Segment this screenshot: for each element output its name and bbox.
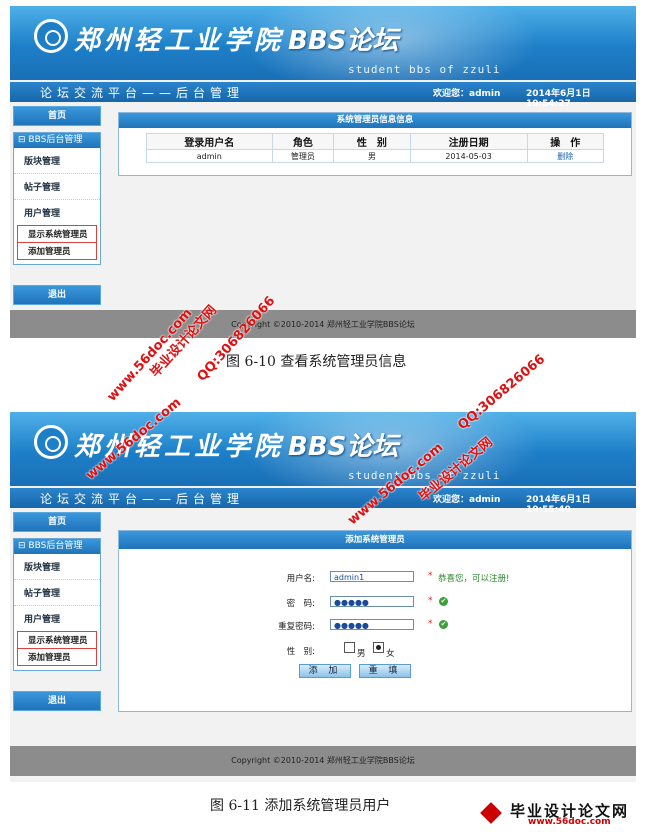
sidebar-subitem-add-admin[interactable]: 添加管理员 [17, 243, 97, 260]
header-banner: 郑州轻工业学院 BBS论坛 student bbs of zzuli [10, 6, 636, 80]
admin-info-panel: 系统管理员信息信息 登录用户名 角色 性 别 注册日期 操 作 admin 管理… [118, 112, 632, 176]
sidebar-item-user-manage[interactable]: 用户管理 [14, 200, 100, 225]
footer: Copyright ©2010-2014 郑州轻工业学院BBS论坛 [10, 746, 636, 776]
top-navbar: 论坛交流平台——后台管理 欢迎您：admin 2014年6月1日 10:54:2… [10, 82, 636, 109]
caption-figure-6-10: 图 6-10 查看系统管理员信息 [226, 354, 407, 370]
cell-date: 2014-05-03 [409, 149, 528, 163]
caption-figure-6-11: 图 6-11 添加系统管理员用户 [210, 798, 391, 814]
logout-button[interactable]: 退出 [13, 285, 101, 305]
sidebar: 首页 ⊟ BBS后台管理 版块管理 帖子管理 用户管理 显示系统管理员 添加管理… [13, 512, 101, 711]
gender-radio-female[interactable] [373, 642, 384, 653]
sidebar-section-header[interactable]: ⊟ BBS后台管理 [14, 539, 100, 554]
bbs-title: BBS论坛 [288, 432, 399, 462]
sidebar: 首页 ⊟ BBS后台管理 版块管理 帖子管理 用户管理 显示系统管理员 添加管理… [13, 106, 101, 305]
school-emblem-icon [34, 19, 68, 53]
collapse-icon: ⊟ [18, 135, 26, 145]
sidebar-section-title: BBS后台管理 [28, 135, 83, 145]
column-header: 角色 [271, 133, 335, 150]
panel-title: 添加系统管理员 [119, 531, 631, 549]
screenshot-view-admins: 郑州轻工业学院 BBS论坛 student bbs of zzuli 论坛交流平… [10, 6, 636, 338]
delete-link[interactable]: 删除 [557, 152, 573, 161]
sidebar-section-title: BBS后台管理 [28, 541, 83, 551]
sidebar-item-user-manage[interactable]: 用户管理 [14, 606, 100, 631]
cell-action: 删除 [526, 149, 605, 163]
sidebar-home-button[interactable]: 首页 [13, 106, 101, 126]
sidebar-item-post-manage[interactable]: 帖子管理 [14, 174, 100, 200]
cell-username: admin [146, 149, 273, 163]
gender-male-label: 男 [357, 649, 366, 659]
bbs-title: BBS论坛 [288, 26, 399, 56]
password-input[interactable]: ●●●●● [330, 596, 414, 607]
column-header: 性 别 [333, 133, 411, 150]
check-icon: ✔ [439, 597, 448, 606]
username-hint: 恭喜您，可以注册! [438, 574, 510, 584]
top-navbar: 论坛交流平台——后台管理 欢迎您：admin 2014年6月1日 10:55:4… [10, 488, 636, 515]
sidebar-admin-menu: ⊟ BBS后台管理 版块管理 帖子管理 用户管理 显示系统管理员 添加管理员 [13, 538, 101, 671]
required-star: * [428, 571, 433, 581]
confirm-password-label: 重复密码: [278, 622, 315, 632]
logout-button[interactable]: 退出 [13, 691, 101, 711]
sidebar-subitem-add-admin[interactable]: 添加管理员 [17, 649, 97, 666]
confirm-password-input[interactable]: ●●●●● [330, 619, 414, 630]
sidebar-section-header[interactable]: ⊟ BBS后台管理 [14, 133, 100, 148]
school-name: 郑州轻工业学院 [74, 26, 285, 56]
sidebar-admin-menu: ⊟ BBS后台管理 版块管理 帖子管理 用户管理 显示系统管理员 添加管理员 [13, 132, 101, 265]
reset-button[interactable]: 重 填 [359, 664, 411, 678]
datetime-text: 2014年6月1日 10:55:40 [526, 495, 600, 515]
sidebar-subitem-show-admins[interactable]: 显示系统管理员 [17, 225, 97, 243]
bottom-logo: 毕业设计论文网 www.56doc.com [480, 800, 640, 828]
sidebar-item-board-manage[interactable]: 版块管理 [14, 554, 100, 580]
welcome-text: 欢迎您：admin [433, 495, 501, 505]
cell-gender: 男 [333, 149, 411, 163]
username-label: 用户名: [286, 574, 315, 584]
required-star: * [428, 619, 433, 629]
welcome-text: 欢迎您：admin [433, 89, 501, 99]
username-input[interactable]: admin1 [330, 571, 414, 582]
gender-label: 性 别: [286, 647, 315, 657]
platform-title: 论坛交流平台——后台管理 [40, 492, 245, 506]
sidebar-item-post-manage[interactable]: 帖子管理 [14, 580, 100, 606]
column-header: 注册日期 [409, 133, 528, 150]
logo-mark-icon [480, 802, 502, 824]
required-star: * [428, 596, 433, 606]
table-header-row: 登录用户名 角色 性 别 注册日期 操 作 [146, 133, 605, 150]
admin-table: 登录用户名 角色 性 别 注册日期 操 作 admin 管理员 男 2014-0… [146, 133, 605, 163]
gender-radio-male[interactable] [344, 642, 355, 653]
column-header: 登录用户名 [146, 133, 273, 150]
column-header: 操 作 [526, 133, 605, 150]
password-label: 密 码: [286, 599, 315, 609]
collapse-icon: ⊟ [18, 541, 26, 551]
datetime-text: 2014年6月1日 10:54:27 [526, 89, 600, 109]
footer: Copyright ©2010-2014 郑州轻工业学院BBS论坛 [10, 310, 636, 338]
sidebar-subitem-show-admins[interactable]: 显示系统管理员 [17, 631, 97, 649]
school-emblem-icon [34, 425, 68, 459]
cell-role: 管理员 [271, 149, 335, 163]
add-button[interactable]: 添 加 [299, 664, 351, 678]
header-banner: 郑州轻工业学院 BBS论坛 student bbs of zzuli [10, 412, 636, 486]
bbs-subtitle: student bbs of zzuli [348, 63, 501, 76]
table-row: admin 管理员 男 2014-05-03 删除 [146, 149, 605, 163]
sidebar-home-button[interactable]: 首页 [13, 512, 101, 532]
check-icon: ✔ [439, 620, 448, 629]
panel-title: 系统管理员信息信息 [119, 113, 631, 128]
platform-title: 论坛交流平台——后台管理 [40, 86, 245, 100]
sidebar-item-board-manage[interactable]: 版块管理 [14, 148, 100, 174]
add-admin-panel: 添加系统管理员 用户名: admin1 * 恭喜您，可以注册! 密 码: ●●●… [118, 530, 632, 712]
gender-female-label: 女 [386, 649, 395, 659]
logo-url: www.56doc.com [528, 817, 611, 827]
